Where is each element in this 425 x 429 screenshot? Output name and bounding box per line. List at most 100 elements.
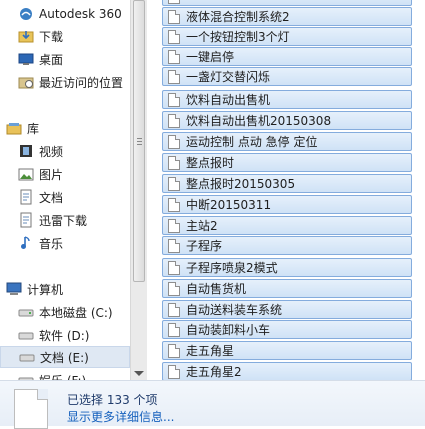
file-name: 饮料自动出售机20150308 xyxy=(186,114,332,128)
list-item[interactable]: 一键启停 xyxy=(162,47,412,66)
file-name: 子程序 xyxy=(186,239,223,253)
list-item[interactable]: 液体混合控制系统2 xyxy=(162,7,412,26)
nav-item-label: 迅雷下载 xyxy=(39,213,88,228)
nav-item-label: 桌面 xyxy=(39,52,64,67)
nav-item-label: 文档 xyxy=(39,190,64,205)
nav-item-label: 下载 xyxy=(39,29,64,44)
nav-item-drive-f[interactable]: 娱乐 (F:) xyxy=(0,369,130,380)
list-item[interactable]: 自动送料装车系统 xyxy=(162,300,412,319)
desktop-icon xyxy=(18,51,34,67)
multiple-files-icon xyxy=(14,389,48,429)
drive-icon xyxy=(18,327,34,343)
nav-item-label: 库 xyxy=(27,121,40,136)
file-name: 一个按钮控制3个灯 xyxy=(186,30,290,44)
list-item[interactable]: 子程序 xyxy=(162,236,412,255)
list-item[interactable]: 子程序喷泉2模式 xyxy=(162,258,412,277)
nav-item-label: 软件 (D:) xyxy=(39,328,90,343)
music-library-icon xyxy=(18,235,34,251)
library-icon xyxy=(6,120,22,136)
file-icon xyxy=(168,260,180,275)
list-item[interactable]: 运动控制 点动 急停 定位 xyxy=(162,132,412,151)
file-name: 中断20150311 xyxy=(186,198,272,212)
file-icon xyxy=(168,49,180,64)
navigation-pane: Autodesk 360 下载 桌面 最近访问的位置 库 视频 图片 文档 迅雷… xyxy=(0,0,130,380)
nav-item-label: 文档 (E:) xyxy=(40,350,89,365)
selection-count: 已选择 133 个项 xyxy=(67,393,158,407)
list-item[interactable]: 中断20150311 xyxy=(162,195,412,214)
file-icon xyxy=(168,302,180,317)
list-item[interactable]: 饮料自动出售机 xyxy=(162,90,412,109)
drive-icon xyxy=(18,372,34,380)
file-icon xyxy=(168,92,180,107)
scroll-down-arrow-icon[interactable] xyxy=(134,371,144,376)
nav-item-downloads[interactable]: 下载 xyxy=(0,25,130,47)
file-icon xyxy=(168,0,180,4)
nav-item-music[interactable]: 音乐 xyxy=(0,232,130,254)
nav-item-drive-e[interactable]: 文档 (E:) xyxy=(0,346,130,368)
list-item[interactable]: 走五角星2 xyxy=(162,362,412,380)
file-icon xyxy=(168,29,180,44)
nav-item-videos[interactable]: 视频 xyxy=(0,140,130,162)
scrollbar-thumb[interactable] xyxy=(133,0,145,282)
list-item[interactable]: 饮料自动出售机20150308 xyxy=(162,111,412,130)
nav-item-documents[interactable]: 文档 xyxy=(0,186,130,208)
file-list: 液体混合控制系统2 一个按钮控制3个灯 一键启停 一盏灯交替闪烁 饮料自动出售机… xyxy=(148,0,425,380)
nav-item-label: 计算机 xyxy=(27,282,64,297)
list-item[interactable]: 自动售货机 xyxy=(162,279,412,298)
pictures-library-icon xyxy=(18,166,34,182)
nav-item-label: Autodesk 360 xyxy=(39,7,122,21)
nav-item-drive-d[interactable]: 软件 (D:) xyxy=(0,324,130,346)
nav-item-label: 最近访问的位置 xyxy=(39,75,124,90)
file-name: 子程序喷泉2模式 xyxy=(186,261,278,275)
file-name: 一键启停 xyxy=(186,50,235,64)
list-item[interactable] xyxy=(162,0,412,6)
list-item[interactable]: 走五角星 xyxy=(162,341,412,360)
file-icon xyxy=(168,343,180,358)
nav-item-drive-c[interactable]: 本地磁盘 (C:) xyxy=(0,301,130,323)
file-icon xyxy=(168,281,180,296)
show-details-link[interactable]: 显示更多详细信息... xyxy=(67,408,174,425)
nav-item-thunder-download[interactable]: 迅雷下载 xyxy=(0,209,130,231)
nav-item-autodesk-360[interactable]: Autodesk 360 xyxy=(0,3,130,25)
thunder-download-icon xyxy=(18,212,34,228)
file-icon xyxy=(168,218,180,233)
documents-library-icon xyxy=(18,189,34,205)
navigation-scrollbar[interactable] xyxy=(130,0,147,380)
nav-item-label: 视频 xyxy=(39,144,64,159)
nav-item-label: 音乐 xyxy=(39,236,64,251)
file-name: 液体混合控制系统2 xyxy=(186,10,290,24)
nav-item-recent-places[interactable]: 最近访问的位置 xyxy=(0,71,130,93)
cloud-icon xyxy=(18,6,34,22)
download-folder-icon xyxy=(18,28,34,44)
nav-item-libraries[interactable]: 库 xyxy=(0,117,130,139)
list-item[interactable]: 自动装卸料小车 xyxy=(162,320,412,339)
file-name: 饮料自动出售机 xyxy=(186,93,271,107)
file-name: 运动控制 点动 急停 定位 xyxy=(186,135,318,149)
file-icon xyxy=(168,197,180,212)
video-library-icon xyxy=(18,143,34,159)
nav-item-label: 图片 xyxy=(39,167,64,182)
file-name: 自动送料装车系统 xyxy=(186,303,283,317)
nav-item-label: 娱乐 (F:) xyxy=(39,372,86,381)
file-name: 整点报时 xyxy=(186,156,235,170)
list-item[interactable]: 主站2 xyxy=(162,216,412,235)
nav-item-desktop[interactable]: 桌面 xyxy=(0,48,130,70)
list-item[interactable]: 整点报时20150305 xyxy=(162,174,412,193)
file-icon xyxy=(168,176,180,191)
nav-item-label: 本地磁盘 (C:) xyxy=(39,305,113,320)
file-icon xyxy=(168,364,180,379)
list-item[interactable]: 整点报时 xyxy=(162,153,412,172)
nav-item-pictures[interactable]: 图片 xyxy=(0,163,130,185)
file-icon xyxy=(168,113,180,128)
drive-icon xyxy=(18,304,34,320)
list-item[interactable]: 一个按钮控制3个灯 xyxy=(162,27,412,46)
file-name: 走五角星 xyxy=(186,344,235,358)
file-icon xyxy=(168,9,180,24)
file-icon xyxy=(168,69,180,84)
nav-item-computer[interactable]: 计算机 xyxy=(0,278,130,300)
file-name: 自动装卸料小车 xyxy=(186,323,271,337)
list-item[interactable]: 一盏灯交替闪烁 xyxy=(162,67,412,86)
file-icon xyxy=(168,322,180,337)
file-name: 自动售货机 xyxy=(186,282,247,296)
explorer-window: Autodesk 360 下载 桌面 最近访问的位置 库 视频 图片 文档 迅雷… xyxy=(0,0,425,429)
